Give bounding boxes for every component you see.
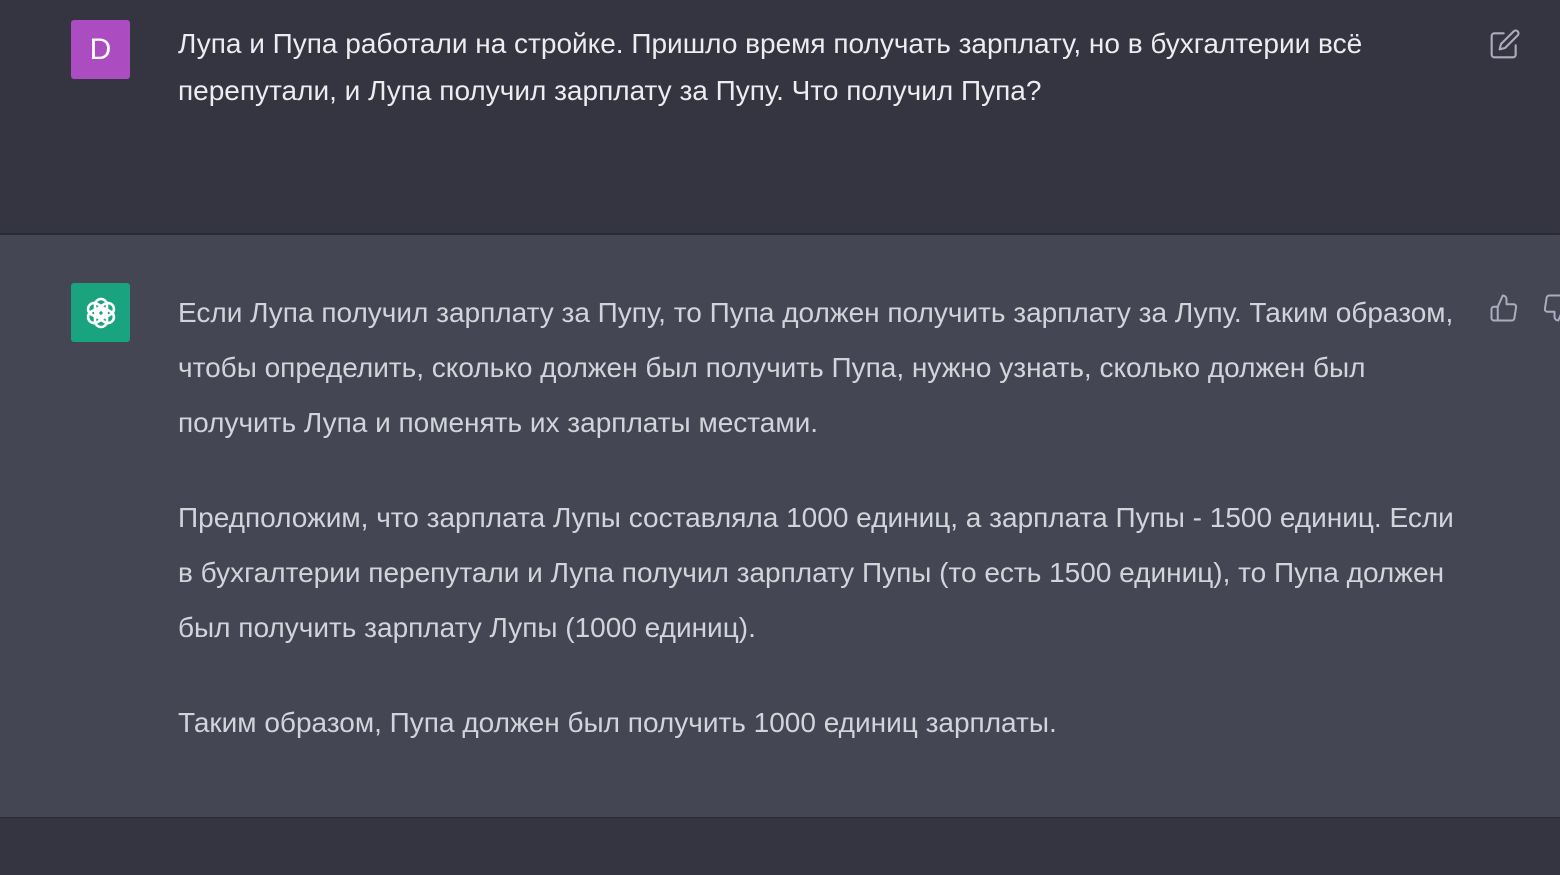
assistant-avatar [71,283,130,342]
openai-logo-icon [86,297,115,328]
thumbs-up-icon [1490,294,1518,322]
bottom-area [0,818,1560,875]
edit-button[interactable] [1487,26,1523,62]
thumbs-down-icon [1543,294,1560,322]
chat-page: D Лупа и Пупа работали на стройке. Пришл… [0,0,1560,875]
edit-icon [1490,29,1520,59]
assistant-message-row: Если Лупа получил зарплату за Пупу, то П… [0,234,1560,818]
user-avatar: D [71,20,130,79]
assistant-paragraph: Если Лупа получил зарплату за Пупу, то П… [178,297,1454,438]
user-message-text: Лупа и Пупа работали на стройке. Пришло … [178,28,1363,106]
assistant-paragraph: Предположим, что зарплата Лупы составлял… [178,502,1454,643]
user-message-row: D Лупа и Пупа работали на стройке. Пришл… [0,0,1560,234]
dislike-button[interactable] [1540,291,1560,325]
like-button[interactable] [1487,291,1521,325]
assistant-message-text: Если Лупа получил зарплату за Пупу, то П… [178,285,1468,790]
assistant-paragraph: Таким образом, Пупа должен был получить … [178,707,1057,738]
user-avatar-letter: D [89,32,112,66]
